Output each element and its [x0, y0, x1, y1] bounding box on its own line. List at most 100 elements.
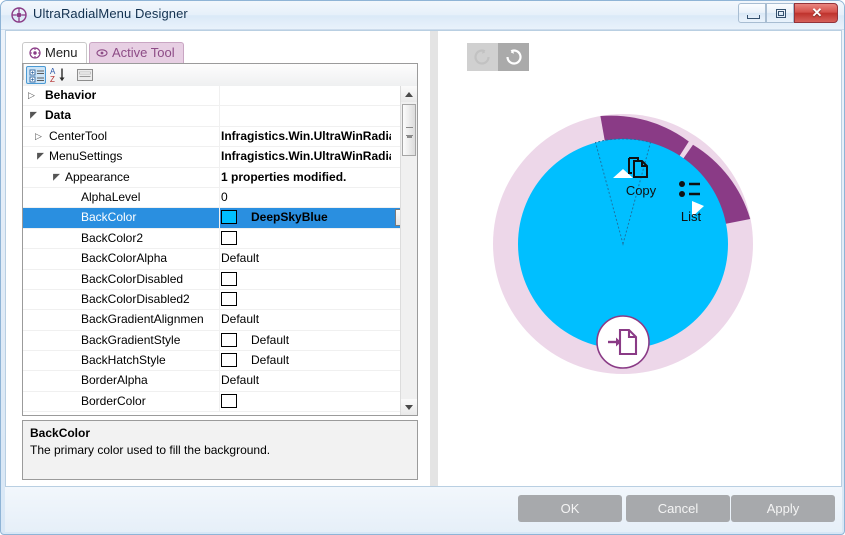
color-swatch[interactable]	[221, 272, 237, 286]
radial-menu-icon	[11, 7, 27, 23]
maximize-icon	[776, 9, 786, 18]
copy-pages-icon	[626, 154, 652, 180]
expand-triangle-icon[interactable]: ▷	[28, 91, 37, 100]
maximize-button[interactable]	[766, 3, 794, 23]
center-tool-button	[597, 316, 649, 368]
property-name: Appearance	[65, 170, 130, 184]
categorized-view-icon[interactable]	[26, 66, 46, 84]
property-value: 1 properties modified.	[221, 170, 391, 184]
scroll-up-button[interactable]	[401, 86, 417, 102]
property-name: BorderColor	[81, 394, 221, 408]
description-text: The primary color used to fill the backg…	[30, 443, 270, 457]
alphabetical-sort-icon[interactable]: A Z	[48, 66, 68, 84]
tool-dot-icon	[96, 47, 108, 59]
property-name: BackGradientStyle	[81, 333, 221, 347]
property-value: Default	[251, 333, 417, 347]
collapse-triangle-icon[interactable]: ◢	[35, 152, 44, 161]
property-row[interactable]: BackColorDisabled	[23, 270, 417, 290]
undo-button[interactable]	[467, 43, 498, 71]
property-row[interactable]: ◢ MenuSettings Infragistics.Win.UltraWinRa…	[23, 147, 417, 167]
property-row[interactable]: ▷ Behavior	[23, 86, 417, 106]
client-area: Menu Active Tool	[5, 30, 842, 487]
property-name: BackColor	[81, 210, 221, 224]
property-row[interactable]: BackColorDisabled2	[23, 290, 417, 310]
redo-circular-arrow-icon	[498, 43, 529, 71]
property-value: Infragistics.Win.UltraWinRadialM	[221, 149, 391, 163]
property-value: Default	[221, 251, 391, 265]
designer-window: UltraRadialMenu Designer ✕ Menu	[0, 0, 845, 535]
property-name: BackHatchStyle	[81, 353, 221, 367]
property-name: AlphaLevel	[81, 190, 221, 204]
expand-triangle-icon[interactable]: ▷	[35, 132, 44, 141]
color-swatch[interactable]	[221, 210, 237, 224]
property-description-panel: BackColor The primary color used to fill…	[22, 420, 418, 480]
redo-button[interactable]	[498, 43, 529, 71]
radial-menu-preview-pane: Copy List	[438, 31, 841, 486]
property-name: BackColorDisabled2	[81, 292, 221, 306]
tab-menu[interactable]: Menu	[22, 42, 87, 64]
property-grid-rows[interactable]: ▷ Behavior ◢ Data ▷ CenterTool Infragistics.Wi…	[23, 86, 417, 415]
apply-button[interactable]: Apply	[731, 495, 835, 522]
color-swatch[interactable]	[221, 353, 237, 367]
property-row[interactable]: AlphaLevel0	[23, 188, 417, 208]
radial-item-label-copy: Copy	[606, 183, 676, 198]
cancel-button[interactable]: Cancel	[626, 495, 730, 522]
radial-menu-graphic[interactable]	[488, 109, 758, 379]
tab-menu-label: Menu	[45, 45, 78, 60]
color-swatch[interactable]	[221, 231, 237, 245]
window-title: UltraRadialMenu Designer	[33, 6, 188, 21]
property-grid-scrollbar[interactable]	[400, 86, 417, 415]
properties-pane: Menu Active Tool	[6, 31, 430, 486]
ok-button[interactable]: OK	[518, 495, 622, 522]
minimize-icon	[747, 15, 760, 19]
svg-text:Z: Z	[50, 75, 55, 84]
property-value: 0	[221, 190, 391, 204]
dialog-footer: OK Cancel Apply	[5, 487, 842, 532]
property-row[interactable]: BackHatchStyle Default	[23, 351, 417, 371]
property-name: BackColorAlpha	[81, 251, 221, 265]
column-divider	[219, 147, 220, 166]
color-swatch[interactable]	[221, 333, 237, 347]
property-name: MenuSettings	[49, 149, 122, 163]
undo-circular-arrow-icon	[467, 43, 498, 71]
property-row[interactable]: ◢ Data	[23, 106, 417, 126]
property-row[interactable]: BackColor DeepSkyBlue	[23, 208, 417, 228]
property-row[interactable]: BackColor2	[23, 229, 417, 249]
property-value: Default	[221, 312, 391, 326]
tab-active-tool-label: Active Tool	[112, 45, 175, 60]
property-row[interactable]: BackGradientStyle Default	[23, 331, 417, 351]
color-swatch[interactable]	[221, 292, 237, 306]
property-row[interactable]: BackGradientAlignmenDefault	[23, 310, 417, 330]
scroll-down-button[interactable]	[401, 399, 417, 415]
property-name: BackColorDisabled	[81, 272, 221, 286]
column-divider	[219, 168, 220, 187]
property-name: Data	[45, 108, 71, 122]
property-row[interactable]: BackColorAlphaDefault	[23, 249, 417, 269]
property-row[interactable]: BorderColor	[23, 392, 417, 412]
pane-splitter[interactable]	[430, 31, 438, 486]
title-bar: UltraRadialMenu Designer ✕	[1, 1, 845, 30]
tab-active-tool[interactable]: Active Tool	[89, 42, 184, 64]
property-grid: A Z ▷Behav	[22, 63, 418, 416]
property-row[interactable]: BorderAlphaDefault	[23, 371, 417, 391]
property-name: BorderAlpha	[81, 373, 221, 387]
property-name: CenterTool	[49, 129, 107, 143]
collapse-triangle-icon[interactable]: ◢	[51, 173, 60, 182]
property-value: DeepSkyBlue	[251, 210, 417, 224]
column-divider	[219, 86, 220, 105]
scrollbar-thumb[interactable]	[402, 104, 416, 156]
property-row[interactable]: ◢ Appearance 1 properties modified.	[23, 168, 417, 188]
close-button[interactable]: ✕	[794, 3, 838, 23]
toolbar-separator	[23, 64, 24, 80]
property-value: Default	[251, 353, 417, 367]
radial-target-icon	[29, 47, 41, 59]
color-swatch[interactable]	[221, 394, 237, 408]
minimize-button[interactable]	[738, 3, 766, 23]
collapse-triangle-icon[interactable]: ◢	[28, 111, 37, 120]
property-name: Behavior	[45, 88, 96, 102]
close-icon: ✕	[795, 4, 839, 22]
property-row[interactable]: ▷CenterToolInfragistics.Win.UltraWinRadi…	[23, 127, 417, 147]
property-grid-toolbar: A Z	[23, 64, 417, 87]
property-pages-icon[interactable]	[75, 66, 95, 84]
column-divider	[219, 106, 220, 125]
